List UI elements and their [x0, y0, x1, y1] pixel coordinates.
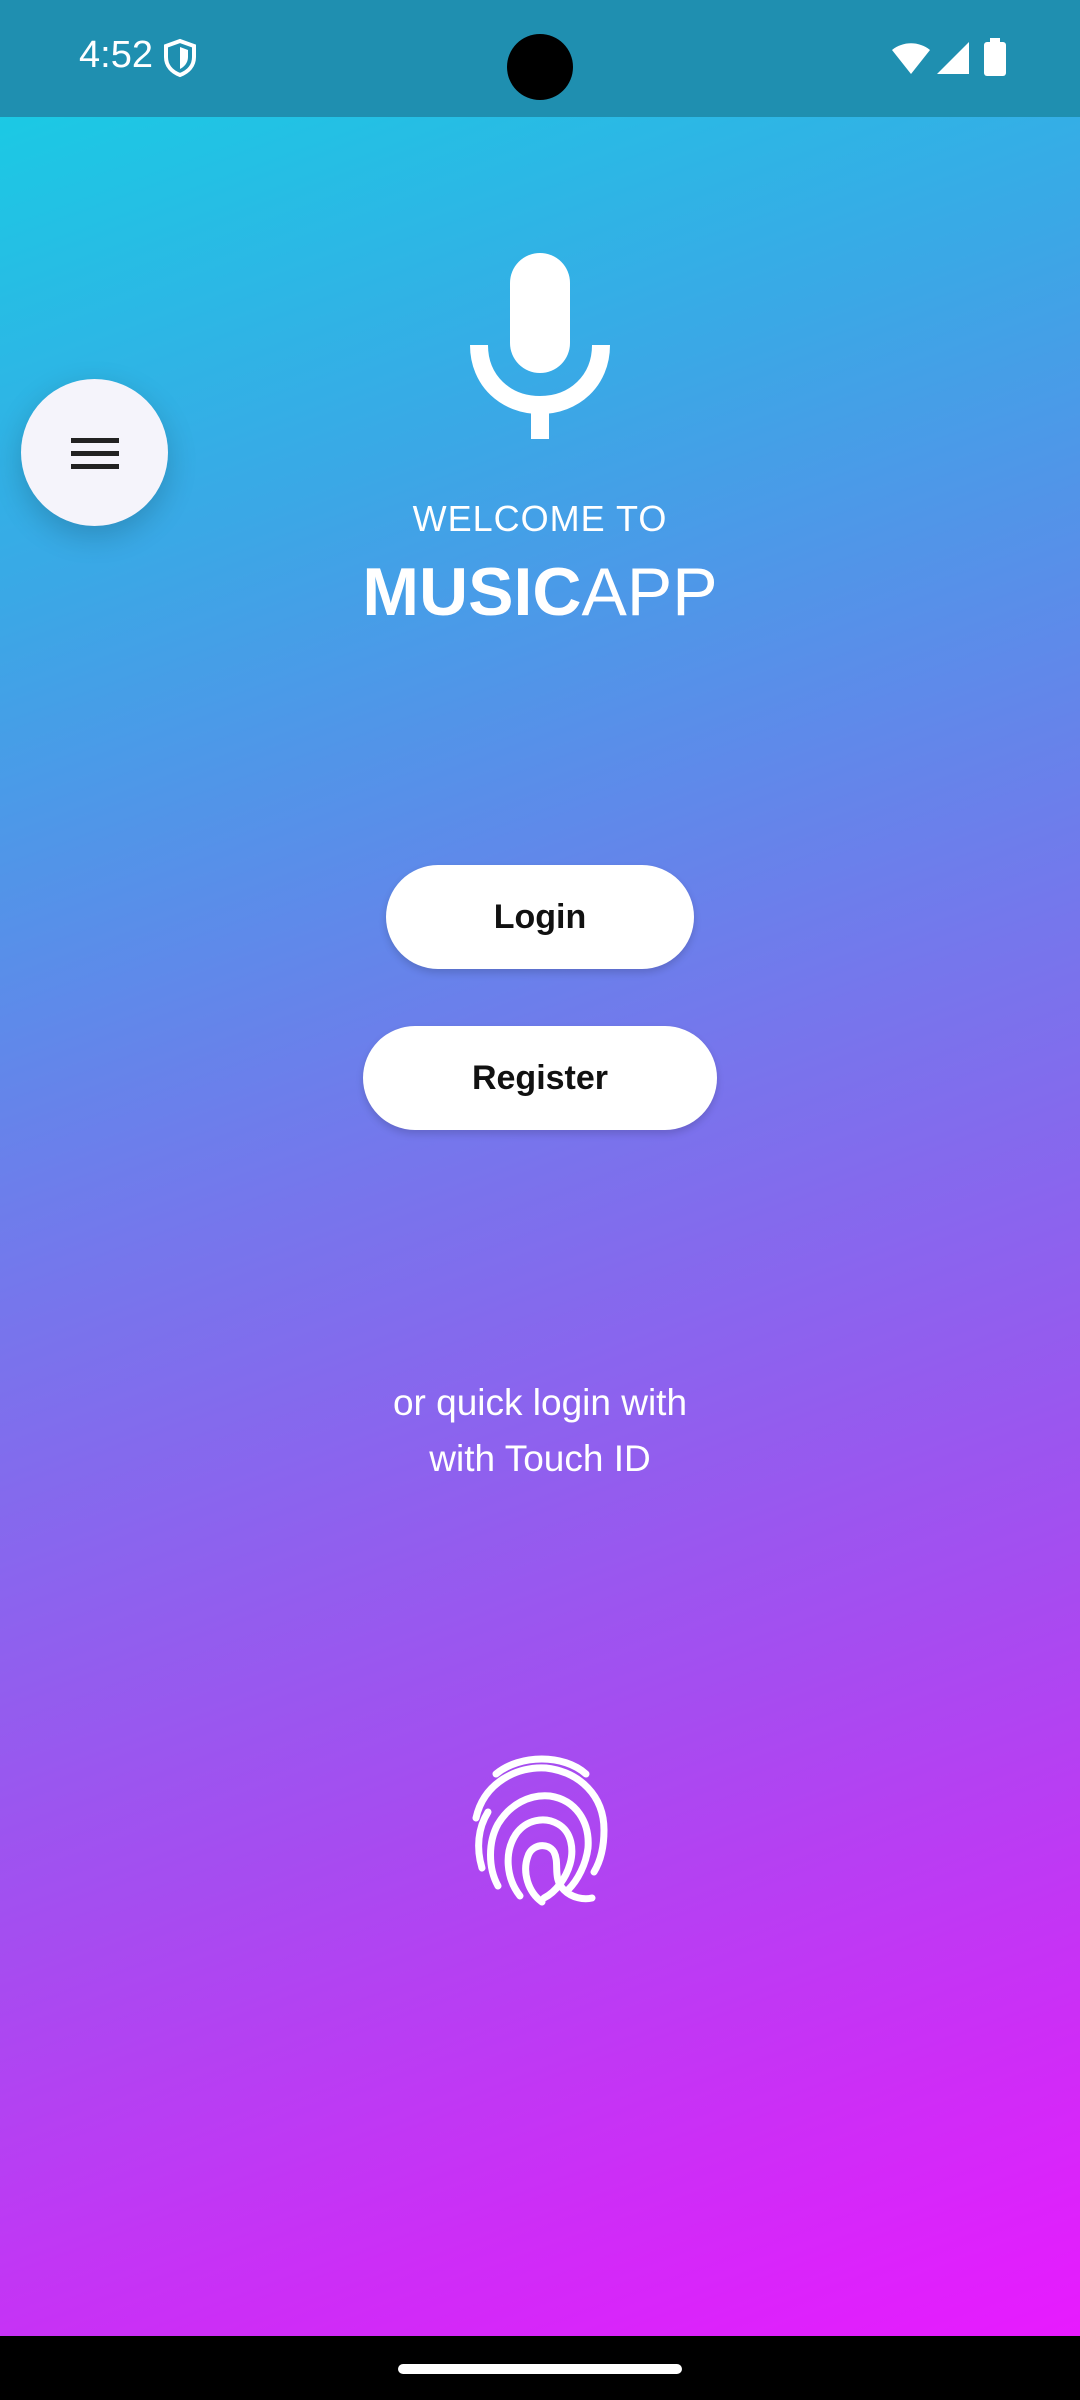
app-name: MUSICAPP: [0, 552, 1080, 632]
signal-icon: [937, 42, 969, 74]
app-name-bold: MUSIC: [362, 554, 582, 630]
status-bar: 4:52: [0, 0, 1080, 117]
home-gesture-pill[interactable]: [398, 2364, 682, 2374]
welcome-label: WELCOME TO: [412, 498, 668, 539]
status-time: 4:52: [79, 34, 153, 76]
microphone-icon: [470, 253, 610, 439]
shield-icon: [164, 38, 196, 78]
wifi-icon: [892, 43, 930, 74]
hamburger-menu-icon: [71, 438, 119, 469]
register-button[interactable]: Register: [363, 1026, 717, 1130]
login-button[interactable]: Login: [386, 865, 694, 969]
battery-icon: [984, 38, 1006, 76]
quick-login-text: or quick login with with Touch ID: [0, 1375, 1080, 1487]
welcome-screen: 4:52 WELCOME TO MUSICAPP Login Register …: [0, 0, 1080, 2336]
app-name-light: APP: [581, 554, 718, 630]
fingerprint-icon[interactable]: [468, 1752, 612, 1906]
quick-login-line1: or quick login with: [392, 1382, 688, 1423]
camera-cutout: [507, 34, 573, 100]
quick-login-line2: with Touch ID: [429, 1438, 651, 1479]
